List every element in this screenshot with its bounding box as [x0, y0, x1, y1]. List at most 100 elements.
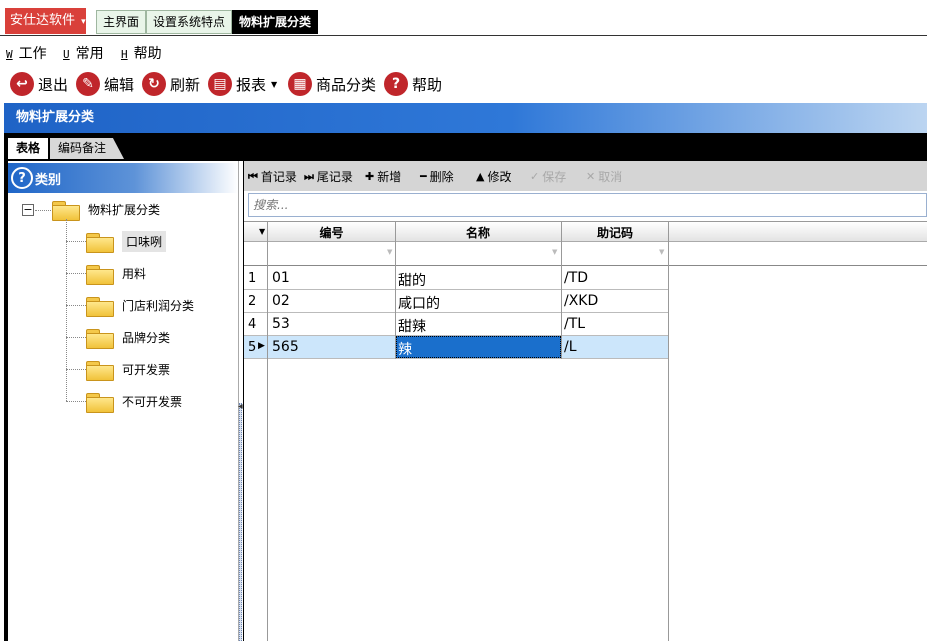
exit-button[interactable]: ↩ 退出	[10, 71, 68, 97]
column-header-code[interactable]: 编号	[268, 224, 395, 241]
cancel-button[interactable]: ✕ 取消	[586, 168, 622, 185]
filter-row: ▼ ▼ ▼	[244, 242, 927, 266]
cell-code[interactable]: 01	[272, 270, 290, 286]
first-record-button[interactable]: ⏮ 首记录	[248, 168, 297, 185]
product-category-button[interactable]: ▦ 商品分类	[288, 71, 376, 97]
plus-icon: ✚	[365, 170, 375, 183]
report-button[interactable]: ▤ 报表 ▼	[208, 71, 277, 97]
cell-code[interactable]: 02	[272, 293, 290, 309]
menu-help[interactable]: H 帮助	[121, 43, 162, 63]
category-tree-panel: ? 类别 − 物料扩展分类 口味咧 用料 门店利润分类 品牌分类 可开发票 不可…	[8, 161, 238, 641]
cell-code[interactable]: 565	[272, 339, 299, 355]
tab-system-settings[interactable]: 设置系统特点	[146, 10, 233, 34]
save-button[interactable]: ✓ 保存	[530, 168, 566, 185]
tree-item-label: 可开发票	[122, 362, 171, 377]
column-header-mnemonic[interactable]: 助记码	[562, 224, 668, 241]
delete-button[interactable]: ━ 删除	[420, 168, 454, 185]
first-record-label: 首记录	[260, 170, 297, 184]
tree-connector	[66, 241, 86, 242]
grid-header: ▼ 编号 名称 助记码	[244, 222, 927, 242]
tree-item-flavor[interactable]: 口味咧	[86, 229, 167, 253]
filter-dropdown-icon[interactable]: ▼	[387, 248, 392, 256]
tree-item-invoiceable[interactable]: 可开发票	[86, 357, 170, 381]
cell-code[interactable]: 53	[272, 316, 290, 332]
table-row-current[interactable]: 5 ▶ 565 辣 /L	[244, 336, 668, 359]
menu-common-label: 常用	[75, 46, 104, 62]
tab-material-category[interactable]: 物料扩展分类	[232, 10, 319, 34]
document-tab-bar: 安仕达软件 ▾ 主界面 设置系统特点 物料扩展分类	[0, 0, 927, 36]
column-divider	[668, 222, 669, 641]
exit-icon: ↩	[10, 72, 34, 96]
app-menu-button[interactable]: 安仕达软件 ▾	[5, 8, 86, 34]
cell-mnemonic[interactable]: /TD	[564, 270, 588, 286]
cancel-label: 取消	[598, 170, 623, 184]
tab-grid[interactable]: 表格	[8, 138, 49, 159]
filter-dropdown-icon[interactable]: ▼	[552, 248, 557, 256]
collapse-left-icon[interactable]: ◀	[238, 403, 243, 410]
column-chooser-icon[interactable]: ▼	[259, 227, 265, 236]
modify-label: 修改	[487, 170, 512, 184]
folder-icon	[52, 199, 80, 221]
last-record-button[interactable]: ⏭ 尾记录	[304, 168, 353, 185]
question-icon: ?	[11, 167, 33, 189]
filter-dropdown-icon[interactable]: ▼	[659, 248, 664, 256]
tree-connector	[66, 337, 86, 338]
tree-item-ingredients[interactable]: 用料	[86, 261, 146, 285]
row-number: 4	[248, 317, 257, 332]
help-label: 帮助	[412, 75, 443, 94]
edit-button[interactable]: ✎ 编辑	[76, 71, 134, 97]
folder-icon	[86, 263, 114, 285]
tree-root[interactable]: 物料扩展分类	[52, 197, 160, 221]
table-row[interactable]: 4 53 甜辣 /TL	[244, 313, 668, 336]
tree-item-non-invoiceable[interactable]: 不可开发票	[86, 389, 182, 413]
modify-button[interactable]: ▲ 修改	[476, 168, 511, 185]
cell-name[interactable]: 甜的	[398, 270, 426, 290]
menu-bar: W 工作 U 常用 H 帮助	[0, 41, 927, 63]
splitter-grip[interactable]	[239, 403, 242, 641]
category-icon: ▦	[288, 72, 312, 96]
tab-code-notes[interactable]: 编码备注	[50, 138, 125, 159]
tree-connector	[66, 219, 67, 401]
window-title: 物料扩展分类	[4, 103, 927, 133]
grid-toolbar: ⏮ 首记录 ⏭ 尾记录 ✚ 新增 ━ 删除 ▲ 修改 ✓ 保存 ✕ 取消	[244, 161, 927, 191]
tree-item-label: 品牌分类	[122, 330, 171, 345]
refresh-label: 刷新	[170, 75, 201, 94]
table-row[interactable]: 2 02 咸口的 /XKD	[244, 290, 668, 313]
table-row[interactable]: 1 01 甜的 /TD	[244, 267, 668, 290]
menu-work[interactable]: W 工作	[6, 43, 47, 63]
folder-icon	[86, 231, 114, 253]
collapse-toggle[interactable]: −	[22, 204, 34, 216]
main-toolbar: ↩ 退出 ✎ 编辑 ↻ 刷新 ▤ 报表 ▼ ▦ 商品分类 ? 帮助	[0, 66, 927, 102]
edit-label: 编辑	[104, 75, 135, 94]
column-divider	[267, 222, 268, 641]
cell-mnemonic[interactable]: /XKD	[564, 293, 598, 309]
menu-help-label: 帮助	[133, 46, 162, 62]
tree-item-store-profit[interactable]: 门店利润分类	[86, 293, 194, 317]
menu-help-accelerator: H	[121, 48, 128, 61]
cell-mnemonic[interactable]: /TL	[564, 316, 585, 332]
search-input[interactable]	[249, 194, 926, 216]
cell-name[interactable]: 咸口的	[398, 293, 440, 313]
tree-item-label: 不可开发票	[122, 394, 183, 409]
column-header-name[interactable]: 名称	[396, 224, 560, 241]
report-label: 报表	[236, 75, 267, 94]
tree-connector	[35, 210, 51, 211]
last-record-icon: ⏭	[304, 169, 314, 183]
tree-item-brand[interactable]: 品牌分类	[86, 325, 170, 349]
menu-common[interactable]: U 常用	[63, 43, 104, 63]
focused-cell-highlight	[396, 336, 561, 358]
tree-connector	[66, 305, 86, 306]
refresh-button[interactable]: ↻ 刷新	[142, 71, 200, 97]
folder-icon	[86, 391, 114, 413]
tab-main[interactable]: 主界面	[96, 10, 147, 34]
refresh-icon: ↻	[142, 72, 166, 96]
cell-name[interactable]: 甜辣	[398, 316, 426, 336]
last-record-label: 尾记录	[316, 170, 353, 184]
category-tree-header: ? 类别	[8, 163, 238, 193]
cell-name[interactable]: 辣	[398, 339, 412, 359]
help-button[interactable]: ? 帮助	[384, 71, 442, 97]
app-menu-label: 安仕达软件	[10, 13, 76, 28]
folder-icon	[86, 359, 114, 381]
cell-mnemonic[interactable]: /L	[564, 339, 577, 355]
add-button[interactable]: ✚ 新增	[365, 168, 401, 185]
